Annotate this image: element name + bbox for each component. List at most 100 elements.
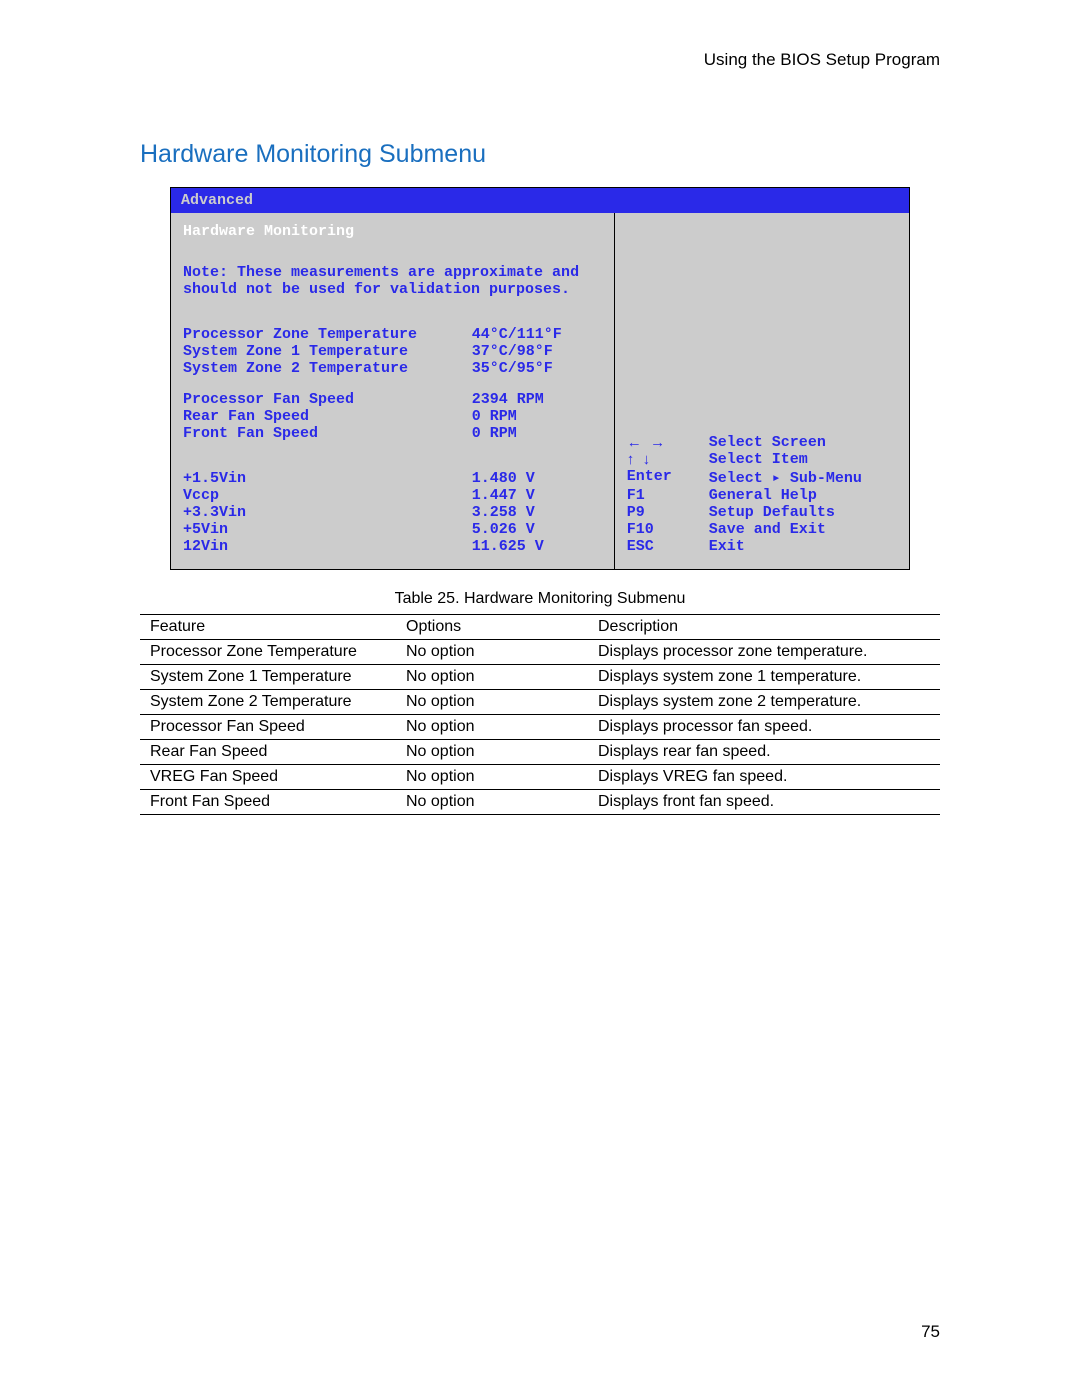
help-key: P9 — [627, 504, 709, 521]
cell-options: No option — [396, 765, 588, 790]
cell-options: No option — [396, 790, 588, 815]
voltage-label: +3.3Vin — [183, 504, 472, 521]
voltage-label: +1.5Vin — [183, 470, 472, 487]
help-row: Enter Select ▸ Sub-Menu — [627, 468, 897, 487]
voltage-row: Vccp 1.447 V — [183, 487, 602, 504]
cell-feature: VREG Fan Speed — [140, 765, 396, 790]
reading-row: Processor Zone Temperature 44°C/111°F — [183, 326, 602, 343]
fan-row: Rear Fan Speed 0 RPM — [183, 408, 602, 425]
cell-feature: Front Fan Speed — [140, 790, 396, 815]
table-row: VREG Fan Speed No option Displays VREG f… — [140, 765, 940, 790]
help-action: Select Screen — [709, 434, 826, 451]
help-row: F1 General Help — [627, 487, 897, 504]
cell-options: No option — [396, 715, 588, 740]
bios-right-panel: ← → Select Screen ↑ ↓ Select Item Enter … — [615, 213, 909, 569]
voltage-value: 1.447 V — [472, 487, 602, 504]
voltage-label: 12Vin — [183, 538, 472, 555]
cell-feature: Rear Fan Speed — [140, 740, 396, 765]
help-row: P9 Setup Defaults — [627, 504, 897, 521]
table-row: Processor Zone Temperature No option Dis… — [140, 640, 940, 665]
reading-row: System Zone 2 Temperature 35°C/95°F — [183, 360, 602, 377]
help-row: ← → Select Screen — [627, 434, 897, 451]
bios-tab-advanced: Advanced — [171, 192, 263, 209]
voltage-row: +1.5Vin 1.480 V — [183, 470, 602, 487]
cell-desc: Displays system zone 2 temperature. — [588, 690, 940, 715]
reading-label: Processor Zone Temperature — [183, 326, 472, 343]
table-row: System Zone 1 Temperature No option Disp… — [140, 665, 940, 690]
help-key: Enter — [627, 468, 709, 487]
voltage-row: +5Vin 5.026 V — [183, 521, 602, 538]
fan-value: 0 RPM — [472, 408, 602, 425]
cell-options: No option — [396, 665, 588, 690]
page-number: 75 — [921, 1322, 940, 1342]
cell-desc: Displays system zone 1 temperature. — [588, 665, 940, 690]
bios-note-line2: should not be used for validation purpos… — [183, 281, 602, 298]
table-header-description: Description — [588, 615, 940, 640]
voltage-row: 12Vin 11.625 V — [183, 538, 602, 555]
help-action: General Help — [709, 487, 817, 504]
bios-note-line1: Note: These measurements are approximate… — [183, 264, 602, 281]
help-action: Select Item — [709, 451, 808, 468]
reading-row: System Zone 1 Temperature 37°C/98°F — [183, 343, 602, 360]
table-caption: Table 25. Hardware Monitoring Submenu — [140, 590, 940, 608]
bios-screenshot: Advanced Hardware Monitoring Note: These… — [170, 187, 910, 570]
cell-desc: Displays front fan speed. — [588, 790, 940, 815]
cell-options: No option — [396, 640, 588, 665]
table-header-row: Feature Options Description — [140, 615, 940, 640]
table-row: Rear Fan Speed No option Displays rear f… — [140, 740, 940, 765]
voltage-label: Vccp — [183, 487, 472, 504]
description-table: Feature Options Description Processor Zo… — [140, 614, 940, 815]
help-row: ↑ ↓ Select Item — [627, 451, 897, 468]
reading-label: System Zone 1 Temperature — [183, 343, 472, 360]
voltage-label: +5Vin — [183, 521, 472, 538]
cell-options: No option — [396, 740, 588, 765]
help-key: F10 — [627, 521, 709, 538]
fan-label: Rear Fan Speed — [183, 408, 472, 425]
section-title: Hardware Monitoring Submenu — [140, 140, 940, 169]
help-action: Setup Defaults — [709, 504, 835, 521]
page-header-right: Using the BIOS Setup Program — [140, 50, 940, 70]
fan-row: Processor Fan Speed 2394 RPM — [183, 391, 602, 408]
voltage-value: 3.258 V — [472, 504, 602, 521]
table-row: System Zone 2 Temperature No option Disp… — [140, 690, 940, 715]
bios-left-panel: Hardware Monitoring Note: These measurem… — [171, 213, 615, 569]
help-action: Select ▸ Sub-Menu — [709, 468, 862, 487]
reading-value: 35°C/95°F — [472, 360, 602, 377]
bios-subtitle: Hardware Monitoring — [183, 223, 602, 240]
cell-feature: Processor Fan Speed — [140, 715, 396, 740]
reading-value: 44°C/111°F — [472, 326, 602, 343]
help-key: ESC — [627, 538, 709, 555]
voltage-value: 5.026 V — [472, 521, 602, 538]
table-row: Processor Fan Speed No option Displays p… — [140, 715, 940, 740]
cell-desc: Displays processor zone temperature. — [588, 640, 940, 665]
help-key: ↑ ↓ — [627, 451, 709, 468]
cell-feature: Processor Zone Temperature — [140, 640, 396, 665]
cell-feature: System Zone 2 Temperature — [140, 690, 396, 715]
help-key: F1 — [627, 487, 709, 504]
help-row: ESC Exit — [627, 538, 897, 555]
voltage-value: 11.625 V — [472, 538, 602, 555]
table-row: Front Fan Speed No option Displays front… — [140, 790, 940, 815]
fan-value: 0 RPM — [472, 425, 602, 442]
cell-desc: Displays VREG fan speed. — [588, 765, 940, 790]
voltage-value: 1.480 V — [472, 470, 602, 487]
bios-tabbar: Advanced — [171, 188, 909, 213]
cell-options: No option — [396, 690, 588, 715]
fan-row: Front Fan Speed 0 RPM — [183, 425, 602, 442]
help-row: F10 Save and Exit — [627, 521, 897, 538]
help-action: Exit — [709, 538, 745, 555]
voltage-row: +3.3Vin 3.258 V — [183, 504, 602, 521]
fan-label: Front Fan Speed — [183, 425, 472, 442]
help-key: ← → — [627, 434, 709, 451]
bios-help-block: ← → Select Screen ↑ ↓ Select Item Enter … — [627, 434, 897, 555]
table-header-options: Options — [396, 615, 588, 640]
fan-value: 2394 RPM — [472, 391, 602, 408]
help-action: Save and Exit — [709, 521, 826, 538]
cell-desc: Displays processor fan speed. — [588, 715, 940, 740]
table-header-feature: Feature — [140, 615, 396, 640]
cell-feature: System Zone 1 Temperature — [140, 665, 396, 690]
reading-value: 37°C/98°F — [472, 343, 602, 360]
reading-label: System Zone 2 Temperature — [183, 360, 472, 377]
fan-label: Processor Fan Speed — [183, 391, 472, 408]
cell-desc: Displays rear fan speed. — [588, 740, 940, 765]
